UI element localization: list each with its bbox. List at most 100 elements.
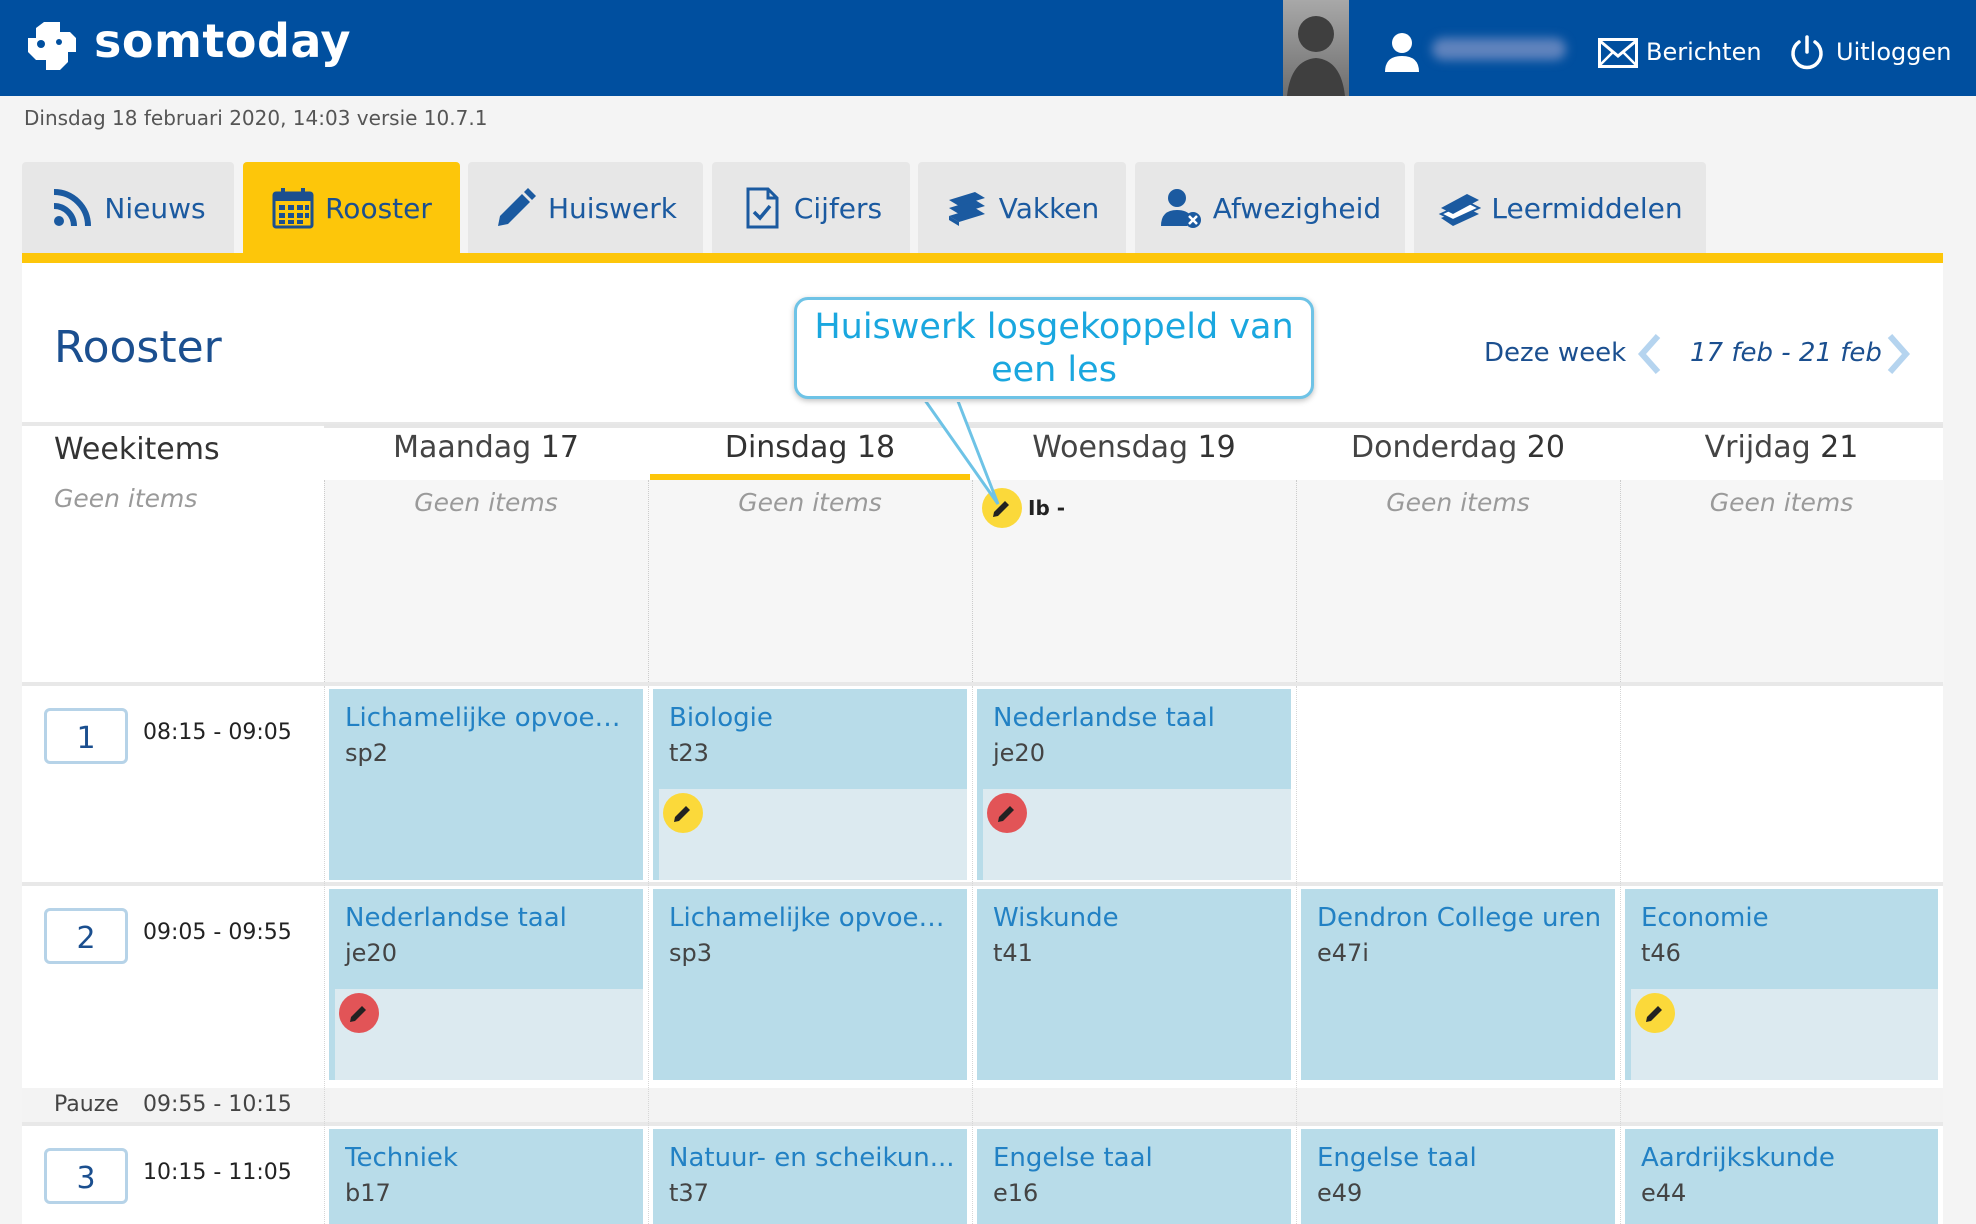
day-header-vrijdag[interactable]: Vrijdag 21 [1620,430,1943,474]
lesson-subject: Techniek [345,1143,458,1173]
rss-icon [54,189,92,227]
weekitems-empty: Geen items [54,484,198,513]
week-homework-label[interactable]: Ib - [1028,496,1065,520]
pencil-icon [674,806,690,822]
day-name: Woensdag [1032,430,1189,465]
lesson-room: b17 [345,1179,391,1207]
lesson-room: t41 [993,939,1033,967]
lesson-card[interactable]: Nederlandse taal je20 [329,889,643,1080]
lesson-room: e16 [993,1179,1039,1207]
callout-pointer [920,396,1000,505]
tabbar-accent-line [22,253,1943,263]
row-divider [22,1122,1943,1126]
lesson-card[interactable]: Techniek b17 [329,1129,643,1224]
lesson-homework-area [659,789,967,880]
lesson-subject: Lichamelijke opvoed... [669,903,959,933]
lesson-card[interactable]: Engelse taal e49 [1301,1129,1615,1224]
power-icon[interactable] [1788,34,1826,72]
tab-label: Vakken [998,191,1100,225]
lesson-subject: Natuur- en scheikun... [669,1143,955,1173]
tab-huiswerk[interactable]: Huiswerk [468,162,703,254]
lesson-homework-area [983,789,1291,880]
lesson-subject: Engelse taal [1317,1143,1477,1173]
avatar-silhouette-icon [1287,16,1345,96]
page-title: Rooster [54,322,222,373]
pauze-label: Pauze [54,1092,119,1117]
pencil-icon [998,806,1014,822]
lesson-room: t46 [1641,939,1681,967]
homework-icon[interactable] [1635,993,1675,1033]
user-name[interactable] [1432,38,1566,60]
lesson-room: je20 [993,739,1045,767]
pencil-icon [350,1006,366,1022]
tab-leermiddelen[interactable]: Leermiddelen [1414,162,1706,254]
day-header-woensdag[interactable]: Woensdag 19 [972,430,1296,474]
row-divider [22,682,1943,686]
weekitems-empty: Geen items [1709,488,1854,517]
callout-tooltip: Huiswerk losgekoppeld van een les [794,297,1314,399]
day-number: 19 [1197,430,1236,465]
tab-rooster[interactable]: Rooster [243,162,460,254]
somtoday-logo-icon [28,22,76,70]
period-time: 08:15 - 09:05 [143,720,292,745]
lesson-subject: Aardrijkskunde [1641,1143,1835,1173]
day-name: Donderdag [1351,430,1518,465]
column-divider [1296,686,1298,1224]
homework-icon[interactable] [987,793,1027,833]
period-time: 09:05 - 09:55 [143,920,292,945]
lesson-card[interactable]: Nederlandse taal je20 [977,689,1291,880]
messages-link[interactable]: Berichten [1646,38,1762,66]
homework-icon[interactable] [663,793,703,833]
envelope-icon[interactable] [1598,38,1638,68]
lesson-card[interactable]: Dendron College uren e47i [1301,889,1615,1080]
lesson-card[interactable]: Lichamelijke opvoed... sp2 [329,689,643,880]
day-header-band [324,424,648,428]
lesson-room: t37 [669,1179,709,1207]
week-range: 17 feb - 21 feb [1690,338,1882,368]
lesson-card[interactable]: Wiskunde t41 [977,889,1291,1080]
pencil-icon [1646,1006,1662,1022]
day-number: 21 [1820,430,1859,465]
avatar[interactable] [1283,0,1349,96]
tab-cijfers[interactable]: Cijfers [712,162,910,254]
day-header-donderdag[interactable]: Donderdag 20 [1296,430,1620,474]
calendar-icon [272,188,314,229]
day-name: Vrijdag [1704,430,1811,465]
period-time: 10:15 - 11:05 [143,1160,292,1185]
lesson-card[interactable]: Lichamelijke opvoed... sp3 [653,889,967,1080]
day-header-maandag[interactable]: Maandag 17 [324,430,648,474]
lesson-room: e44 [1641,1179,1687,1207]
app-name[interactable]: somtoday [94,14,351,68]
lesson-card[interactable]: Natuur- en scheikun... t37 [653,1129,967,1224]
tab-label: Cijfers [793,191,883,225]
tab-vakken[interactable]: Vakken [918,162,1126,254]
tab-nieuws[interactable]: Nieuws [22,162,234,254]
lesson-homework-area [335,989,643,1080]
document-check-icon [746,187,779,229]
day-name: Maandag [393,430,532,465]
tab-label: Nieuws [104,191,206,225]
homework-icon[interactable] [339,993,379,1033]
day-name: Dinsdag [724,430,848,465]
period-number: 1 [44,708,128,764]
weekitems-empty: Geen items [1386,488,1530,517]
weekitems-label: Weekitems [54,432,220,467]
pencil-icon [497,188,536,226]
this-week-button[interactable]: Deze week [1484,338,1626,368]
lesson-card[interactable]: Aardrijkskunde e44 [1625,1129,1938,1224]
period-number: 2 [44,908,128,964]
row-divider [22,882,1943,886]
tab-afwezigheid[interactable]: Afwezigheid [1135,162,1405,254]
lesson-room: t23 [669,739,709,767]
user-icon[interactable] [1384,32,1420,72]
lesson-card[interactable]: Biologie t23 [653,689,967,880]
pauze-row [22,1088,1943,1124]
lesson-card[interactable]: Engelse taal e16 [977,1129,1291,1224]
period-number: 3 [44,1148,128,1204]
chevron-left-icon[interactable] [1634,332,1664,376]
lesson-subject: Engelse taal [993,1143,1153,1173]
day-header-band [972,424,1296,428]
chevron-right-icon[interactable] [1884,332,1914,376]
logout-link[interactable]: Uitloggen [1836,38,1951,66]
lesson-card[interactable]: Economie t46 [1625,889,1938,1080]
